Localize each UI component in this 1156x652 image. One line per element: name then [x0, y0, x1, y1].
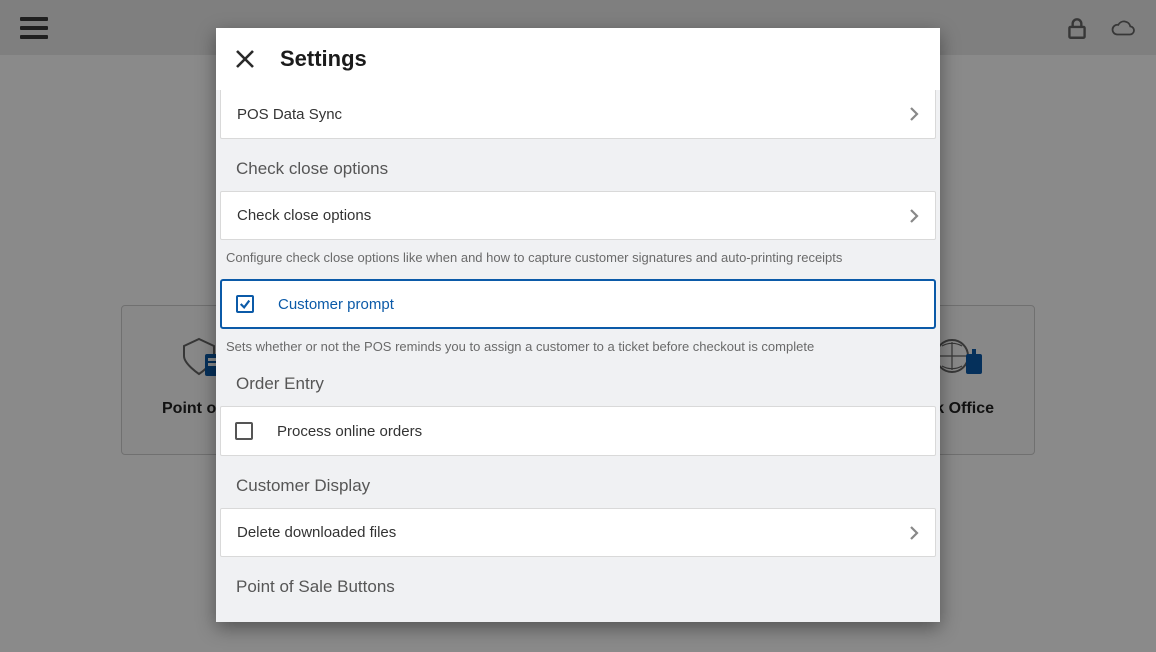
check-close-desc: Configure check close options like when … — [216, 240, 940, 265]
pos-buttons-header: Point of Sale Buttons — [216, 557, 940, 597]
modal-header: Settings — [216, 28, 940, 90]
modal-title: Settings — [280, 46, 367, 72]
customer-display-header: Customer Display — [216, 456, 940, 508]
delete-downloaded-files-row[interactable]: Delete downloaded files — [220, 508, 936, 557]
settings-modal: Settings POS Data Sync Check close optio… — [216, 28, 940, 622]
checkbox-icon — [236, 295, 254, 313]
chevron-right-icon — [909, 525, 919, 541]
close-icon[interactable] — [234, 48, 256, 70]
customer-prompt-label: Customer prompt — [278, 296, 394, 313]
checkbox-icon — [235, 422, 253, 440]
customer-prompt-desc: Sets whether or not the POS reminds you … — [216, 329, 940, 354]
check-close-options-label: Check close options — [237, 207, 371, 224]
process-online-orders-row[interactable]: Process online orders — [220, 406, 936, 456]
delete-downloaded-files-label: Delete downloaded files — [237, 524, 396, 541]
order-entry-header: Order Entry — [216, 354, 940, 406]
customer-prompt-row[interactable]: Customer prompt — [220, 279, 936, 329]
check-close-options-row[interactable]: Check close options — [220, 191, 936, 240]
process-online-orders-label: Process online orders — [277, 423, 422, 440]
pos-data-sync-label: POS Data Sync — [237, 106, 342, 123]
chevron-right-icon — [909, 208, 919, 224]
modal-body: POS Data Sync Check close options Check … — [216, 90, 940, 622]
pos-data-sync-row[interactable]: POS Data Sync — [220, 90, 936, 139]
check-close-header: Check close options — [216, 139, 940, 191]
chevron-right-icon — [909, 106, 919, 122]
